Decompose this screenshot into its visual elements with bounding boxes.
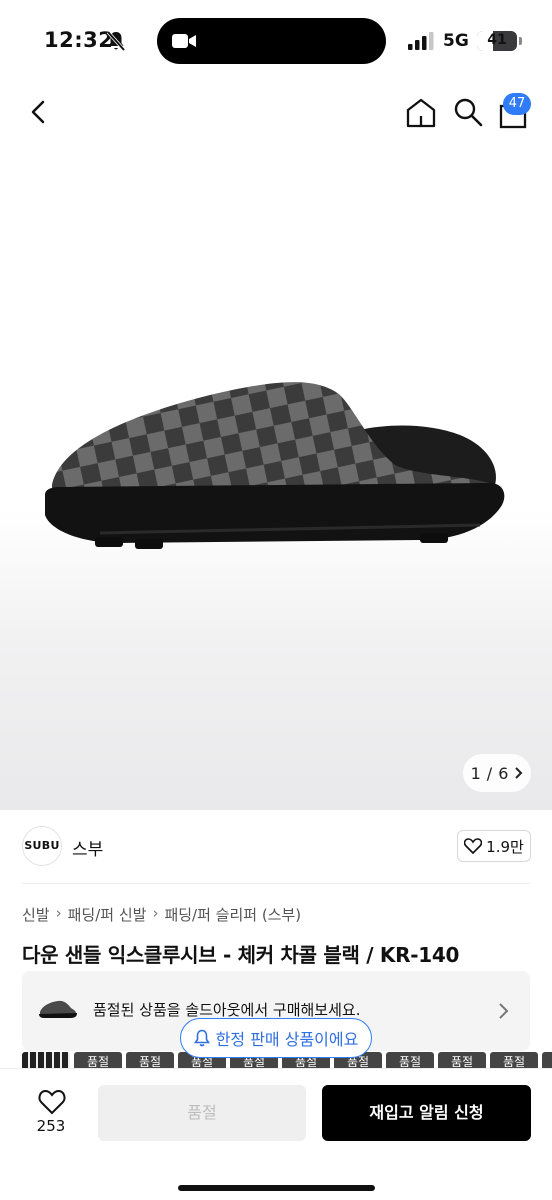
bell-icon <box>193 1029 210 1047</box>
battery-percent: 41 <box>487 32 507 48</box>
restock-notify-button[interactable]: 재입고 알림 신청 <box>322 1085 531 1141</box>
wishlist-count: 253 <box>36 1117 66 1135</box>
video-camera-icon <box>172 34 196 48</box>
status-bar: 12:32 5G 41 <box>0 0 552 84</box>
image-counter-total: 6 <box>498 763 509 783</box>
chevron-left-icon[interactable] <box>24 96 54 128</box>
status-time: 12:32 <box>44 28 114 52</box>
chevron-right-icon <box>499 1003 509 1019</box>
breadcrumb: 신발 › 패딩/퍼 신발 › 패딩/퍼 슬리퍼 (스부) <box>22 904 301 925</box>
search-icon[interactable] <box>452 96 484 128</box>
product-title: 다운 샌들 익스클루시브 - 체커 차콜 블랙 / KR-140 <box>22 943 460 967</box>
chevron-right-icon: › <box>55 904 62 922</box>
chevron-right-icon <box>515 767 523 779</box>
network-type: 5G <box>443 31 469 51</box>
breadcrumb-item[interactable]: 패딩/퍼 슬리퍼 (스부) <box>164 904 301 925</box>
signal-icon <box>408 32 434 50</box>
bell-slash-icon <box>106 30 126 52</box>
brand-like-button[interactable]: 1.9만 <box>457 830 531 862</box>
chevron-right-icon: › <box>152 904 159 922</box>
brand-logo[interactable]: SUBU <box>22 826 62 866</box>
soldout-button[interactable]: 품절 <box>98 1085 306 1141</box>
divider <box>22 883 530 884</box>
image-counter-current: 1 <box>470 763 481 783</box>
brand-like-count: 1.9만 <box>486 837 524 856</box>
battery-icon: 41 <box>477 31 517 51</box>
dynamic-island <box>157 18 386 64</box>
heart-icon <box>464 838 483 854</box>
image-counter[interactable]: 1 / 6 <box>463 754 531 792</box>
limited-sale-badge: 한정 판매 상품이에요 <box>180 1018 372 1058</box>
soldout-notice-text: 품절된 상품을 솔드아웃에서 구매해보세요. <box>93 1001 361 1019</box>
home-indicator <box>178 1185 375 1191</box>
breadcrumb-item[interactable]: 신발 <box>22 904 50 925</box>
breadcrumb-item[interactable]: 패딩/퍼 신발 <box>68 904 147 925</box>
brand-name[interactable]: 스부 <box>72 835 103 860</box>
limited-sale-text: 한정 판매 상품이에요 <box>215 1030 359 1049</box>
cart-count-badge: 47 <box>503 93 531 115</box>
heart-icon[interactable] <box>38 1089 66 1115</box>
bottom-action-bar: 253 품절 재입고 알림 신청 <box>0 1068 552 1200</box>
home-icon[interactable] <box>404 96 438 130</box>
battery-tip <box>519 37 522 45</box>
image-counter-separator: / <box>486 763 493 783</box>
product-image-gallery[interactable]: 1 / 6 <box>0 140 552 810</box>
product-image <box>45 382 505 549</box>
product-thumbnail <box>39 1000 77 1018</box>
